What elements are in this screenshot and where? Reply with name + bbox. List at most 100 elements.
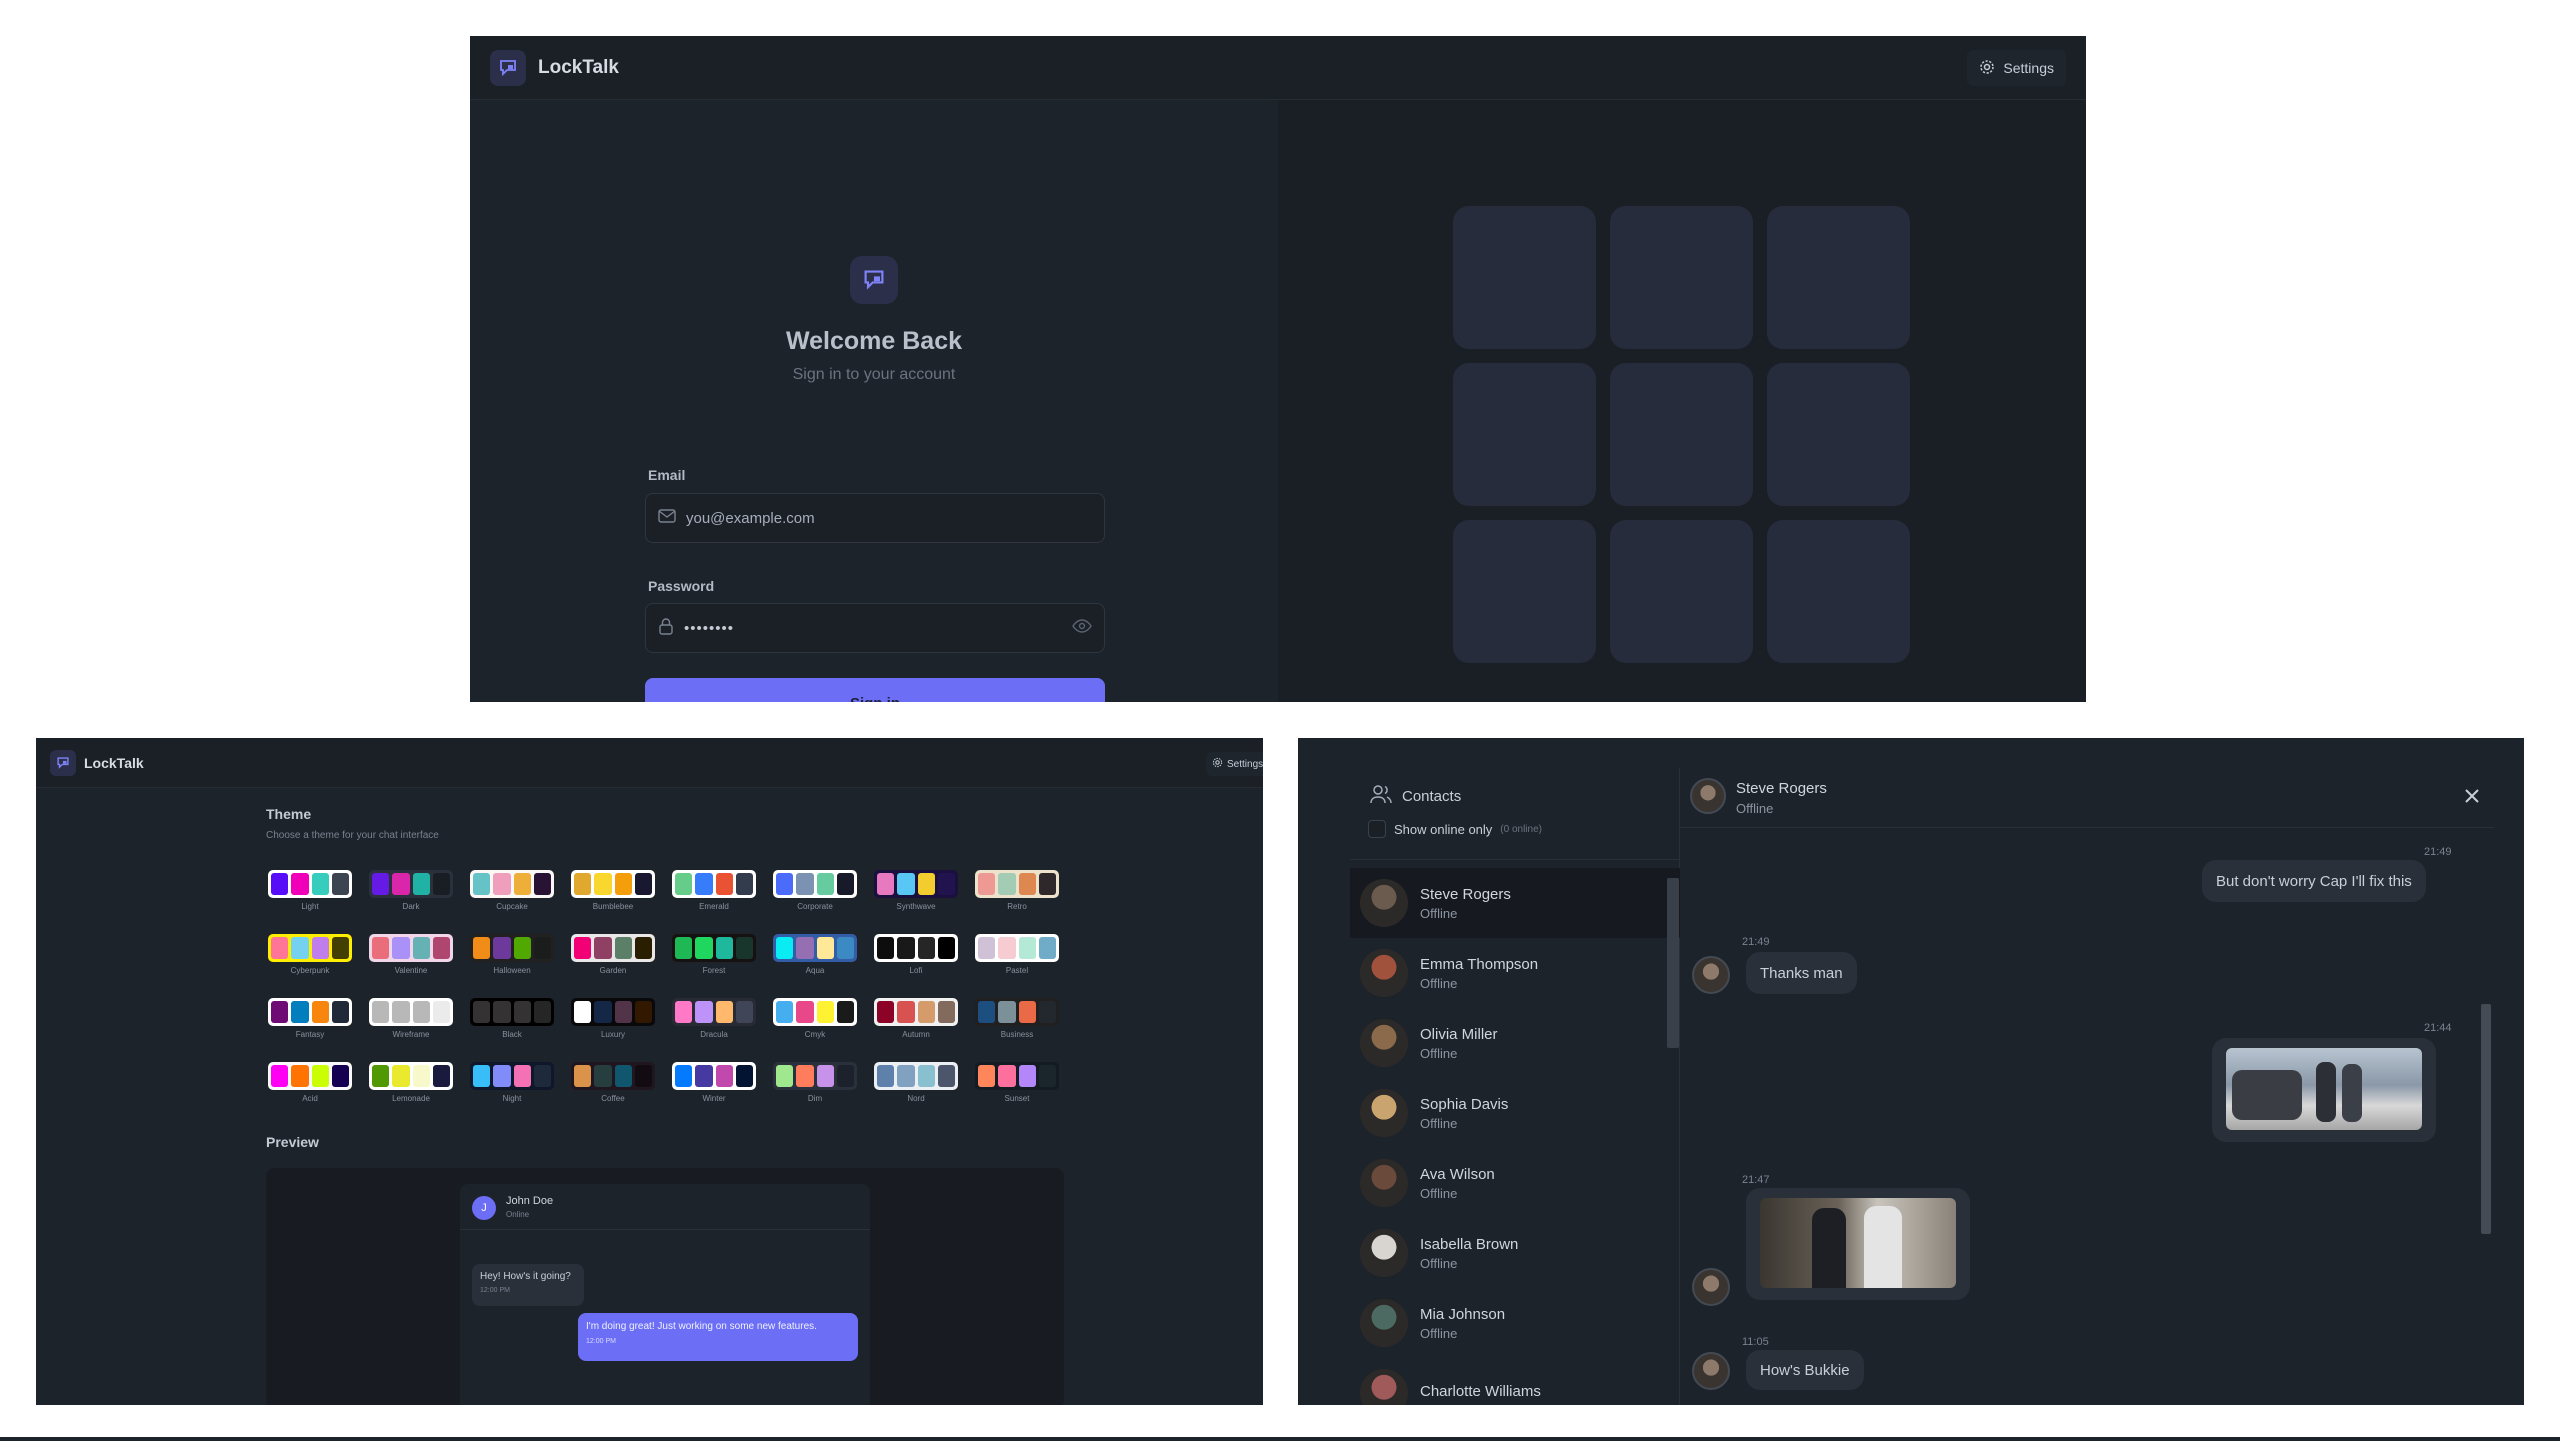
chat-header-status: Offline: [1736, 801, 1774, 816]
theme-swatch[interactable]: [369, 870, 453, 898]
theme-swatch[interactable]: [773, 870, 857, 898]
theme-swatch[interactable]: [874, 998, 958, 1026]
swatch-color: [392, 1065, 410, 1087]
contact-status: Offline: [1420, 1185, 1458, 1201]
swatch-color: [796, 937, 814, 959]
theme-swatch[interactable]: [470, 998, 554, 1026]
swatch-color: [796, 1001, 814, 1023]
swatch-color: [473, 937, 491, 959]
swatch-color: [917, 937, 935, 959]
photo-thumbnail: [2226, 1048, 2422, 1130]
swatch-color: [1018, 1001, 1036, 1023]
chat-scrollbar-track[interactable]: [2478, 830, 2494, 1405]
contact-item[interactable]: Charlotte Williams: [1350, 1358, 1680, 1405]
theme-swatch[interactable]: [369, 1062, 453, 1090]
theme-swatch[interactable]: [268, 870, 352, 898]
swatch-color: [715, 1001, 733, 1023]
theme-swatch-label: Nord: [907, 1094, 925, 1103]
theme-swatch[interactable]: [773, 998, 857, 1026]
avatar: [1360, 1369, 1408, 1405]
theme-swatch[interactable]: [470, 870, 554, 898]
theme-swatch[interactable]: [773, 934, 857, 962]
theme-swatch[interactable]: [672, 1062, 756, 1090]
close-icon[interactable]: [2462, 786, 2482, 811]
swatch-color: [432, 873, 450, 895]
theme-swatch[interactable]: [268, 1062, 352, 1090]
contact-item[interactable]: Mia Johnson Offline: [1350, 1288, 1680, 1358]
navbar: LockTalk Settings: [470, 36, 2086, 100]
theme-swatch[interactable]: [571, 998, 655, 1026]
swatch-color: [533, 873, 551, 895]
email-field[interactable]: you@example.com: [645, 493, 1105, 543]
contact-status: Offline: [1420, 1255, 1458, 1271]
settings-button[interactable]: Settings: [1206, 752, 1263, 776]
message-image-received[interactable]: [1746, 1188, 1970, 1300]
swatch-color: [877, 873, 895, 895]
contact-item[interactable]: Sophia Davis Offline: [1350, 1078, 1680, 1148]
swatch-color: [675, 1001, 693, 1023]
contact-item[interactable]: Steve Rogers Offline: [1350, 868, 1680, 938]
online-filter[interactable]: Show online only (0 online): [1368, 820, 1542, 838]
logo-icon[interactable]: [50, 750, 76, 776]
theme-swatch[interactable]: [975, 934, 1059, 962]
swatch-color: [1018, 873, 1036, 895]
swatch-color: [271, 937, 289, 959]
settings-button[interactable]: Settings: [1967, 50, 2066, 86]
contact-item[interactable]: Ava Wilson Offline: [1350, 1148, 1680, 1218]
message-image-sent[interactable]: [2212, 1038, 2436, 1142]
theme-swatch[interactable]: [571, 934, 655, 962]
swatch-color: [574, 1065, 592, 1087]
swatch-color: [937, 1001, 955, 1023]
theme-swatch[interactable]: [470, 1062, 554, 1090]
contact-item[interactable]: Isabella Brown Offline: [1350, 1218, 1680, 1288]
avatar: [1360, 879, 1408, 927]
theme-swatch[interactable]: [975, 870, 1059, 898]
password-field[interactable]: ••••••••: [645, 603, 1105, 653]
eye-icon[interactable]: [1072, 619, 1092, 637]
swatch-color: [311, 873, 329, 895]
theme-swatch[interactable]: [571, 1062, 655, 1090]
brand-name[interactable]: LockTalk: [84, 755, 144, 771]
theme-swatch[interactable]: [874, 1062, 958, 1090]
theme-swatch[interactable]: [672, 934, 756, 962]
swatch-color: [836, 1065, 854, 1087]
theme-swatch[interactable]: [369, 998, 453, 1026]
swatch-color: [917, 1001, 935, 1023]
swatch-color: [816, 1065, 834, 1087]
theme-swatch[interactable]: [268, 998, 352, 1026]
sign-in-button[interactable]: Sign in: [645, 678, 1105, 702]
theme-swatch[interactable]: [975, 1062, 1059, 1090]
swatch-color: [796, 1065, 814, 1087]
contacts-scrollbar[interactable]: [1667, 878, 1679, 1048]
theme-swatch[interactable]: [773, 1062, 857, 1090]
theme-swatch[interactable]: [571, 870, 655, 898]
preview-msg-time: 12:00 PM: [586, 1338, 616, 1345]
theme-swatch-label: Cmyk: [804, 1030, 826, 1039]
swatch-color: [675, 1065, 693, 1087]
theme-swatch[interactable]: [874, 870, 958, 898]
theme-swatch[interactable]: [369, 934, 453, 962]
chat-header-name: Steve Rogers: [1736, 780, 1827, 797]
logo-icon[interactable]: [490, 50, 526, 86]
message-bubble-received: How's Bukkie: [1746, 1350, 1864, 1390]
swatch-color: [776, 937, 794, 959]
brand-name[interactable]: LockTalk: [538, 57, 619, 79]
theme-swatch[interactable]: [672, 870, 756, 898]
chat-scrollbar-thumb[interactable]: [2481, 1004, 2491, 1234]
chat-header: Steve Rogers Offline: [1680, 768, 2494, 828]
theme-swatch[interactable]: [975, 998, 1059, 1026]
swatch-color: [392, 937, 410, 959]
message-bubble-received: Thanks man: [1746, 952, 1857, 994]
theme-swatch-label: Halloween: [493, 966, 531, 975]
theme-swatch[interactable]: [672, 998, 756, 1026]
theme-swatch[interactable]: [268, 934, 352, 962]
welcome-subtitle: Sign in to your account: [792, 366, 956, 383]
online-checkbox[interactable]: [1368, 820, 1386, 838]
contact-name: Steve Rogers: [1420, 885, 1511, 903]
theme-swatch-label: Synthwave: [896, 902, 936, 911]
theme-swatch-label: Business: [1000, 1030, 1034, 1039]
contact-item[interactable]: Emma Thompson Offline: [1350, 938, 1680, 1008]
theme-swatch[interactable]: [470, 934, 554, 962]
theme-swatch[interactable]: [874, 934, 958, 962]
contact-item[interactable]: Olivia Miller Offline: [1350, 1008, 1680, 1078]
